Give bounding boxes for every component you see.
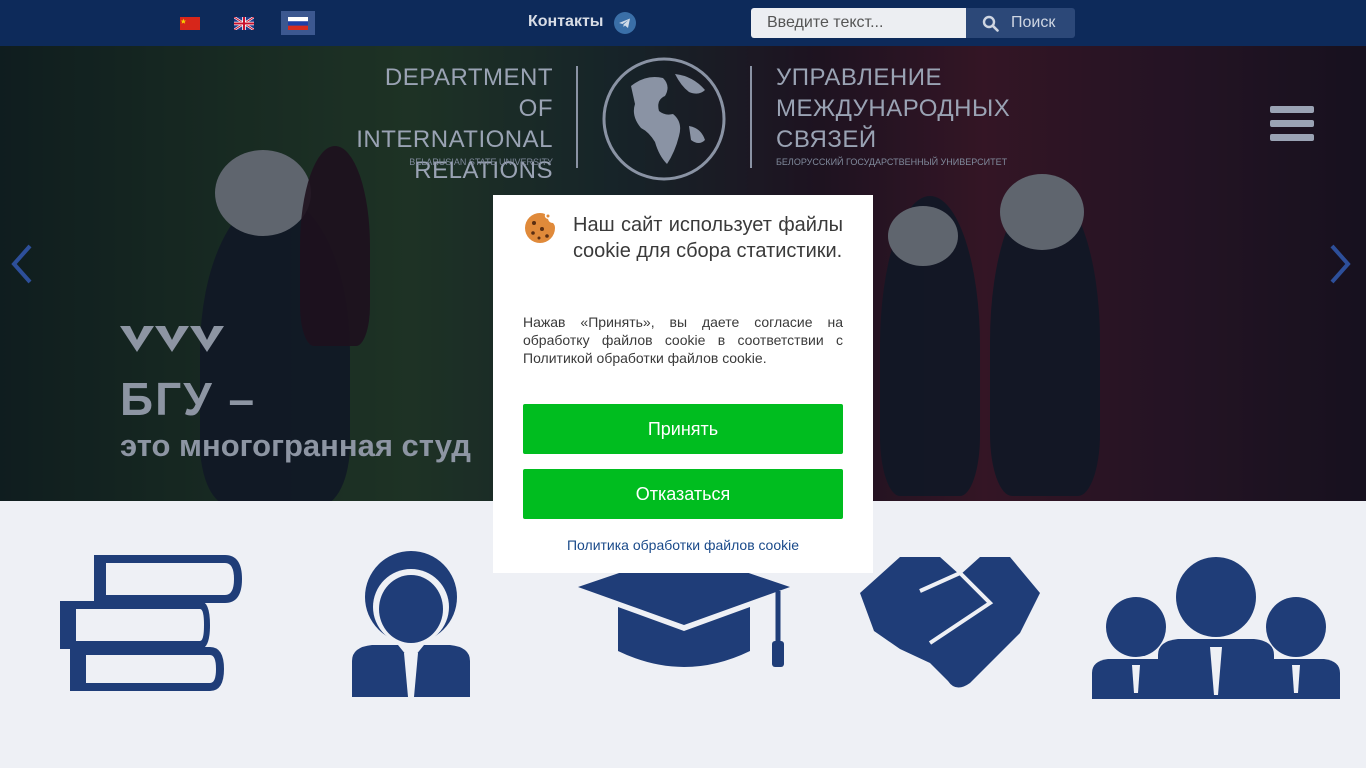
accept-cookies-button[interactable]: Принять bbox=[523, 404, 843, 454]
logo-ru-line: СВЯЗЕЙ bbox=[776, 126, 877, 153]
cookie-consent-dialog: Наш сайт использует файлы cookie для сбо… bbox=[493, 195, 873, 573]
menu-burger-icon[interactable] bbox=[1270, 106, 1314, 146]
language-en-flag[interactable] bbox=[227, 11, 261, 35]
logo-ru-line: УПРАВЛЕНИЕ bbox=[776, 64, 942, 91]
cookie-policy-link[interactable]: Политика обработки файлов cookie bbox=[523, 537, 843, 553]
logo-ru-subtitle: БЕЛОРУССКИЙ ГОСУДАРСТВЕННЫЙ УНИВЕРСИТЕТ bbox=[776, 157, 1008, 167]
language-ru-flag[interactable] bbox=[281, 11, 315, 35]
logo-en-line: DEPARTMENT bbox=[384, 64, 553, 91]
slider-prev-icon[interactable] bbox=[8, 242, 36, 286]
books-icon[interactable] bbox=[60, 555, 242, 693]
logo-divider bbox=[576, 66, 578, 168]
logo-en-line: OF INTERNATIONAL bbox=[356, 95, 553, 153]
bsu-chevrons-icon bbox=[120, 326, 224, 352]
logo-ru-line: МЕЖДУНАРОДНЫХ bbox=[776, 95, 1011, 122]
language-zh-flag[interactable] bbox=[173, 11, 207, 35]
logo-en-subtitle: BELARUSIAN STATE UNIVERSITY bbox=[409, 157, 553, 167]
top-bar: Контакты Поиск bbox=[0, 0, 1366, 46]
hero-subtitle: это многогранная студ bbox=[120, 428, 471, 463]
telegram-icon[interactable] bbox=[614, 12, 636, 34]
logo-en-text: DEPARTMENT OF INTERNATIONAL RELATIONS bbox=[320, 62, 553, 186]
search-button[interactable]: Поиск bbox=[966, 8, 1075, 38]
person-icon[interactable] bbox=[352, 549, 470, 697]
slider-next-icon[interactable] bbox=[1326, 242, 1354, 286]
russia-flag-icon bbox=[288, 16, 308, 30]
logo-divider bbox=[750, 66, 752, 168]
group-icon[interactable] bbox=[1092, 557, 1340, 699]
decline-cookies-button[interactable]: Отказаться bbox=[523, 469, 843, 519]
search-icon bbox=[982, 15, 999, 32]
hero-title: БГУ – bbox=[120, 373, 257, 425]
logo-ru-text: УПРАВЛЕНИЕ МЕЖДУНАРОДНЫХ СВЯЗЕЙ bbox=[776, 62, 1036, 155]
cookie-dialog-text: Нажав «Принять», вы даете согласие на об… bbox=[523, 314, 843, 366]
contacts-link[interactable]: Контакты bbox=[528, 13, 603, 31]
uk-flag-icon bbox=[234, 16, 254, 30]
search-input[interactable] bbox=[751, 8, 966, 38]
search-button-label: Поиск bbox=[1011, 14, 1056, 31]
globe-icon bbox=[602, 57, 726, 181]
cookie-icon bbox=[525, 213, 555, 243]
cookie-dialog-title: Наш сайт использует файлы cookie для сбо… bbox=[573, 214, 843, 262]
handshake-icon[interactable] bbox=[860, 553, 1040, 693]
china-flag-icon bbox=[180, 16, 200, 30]
